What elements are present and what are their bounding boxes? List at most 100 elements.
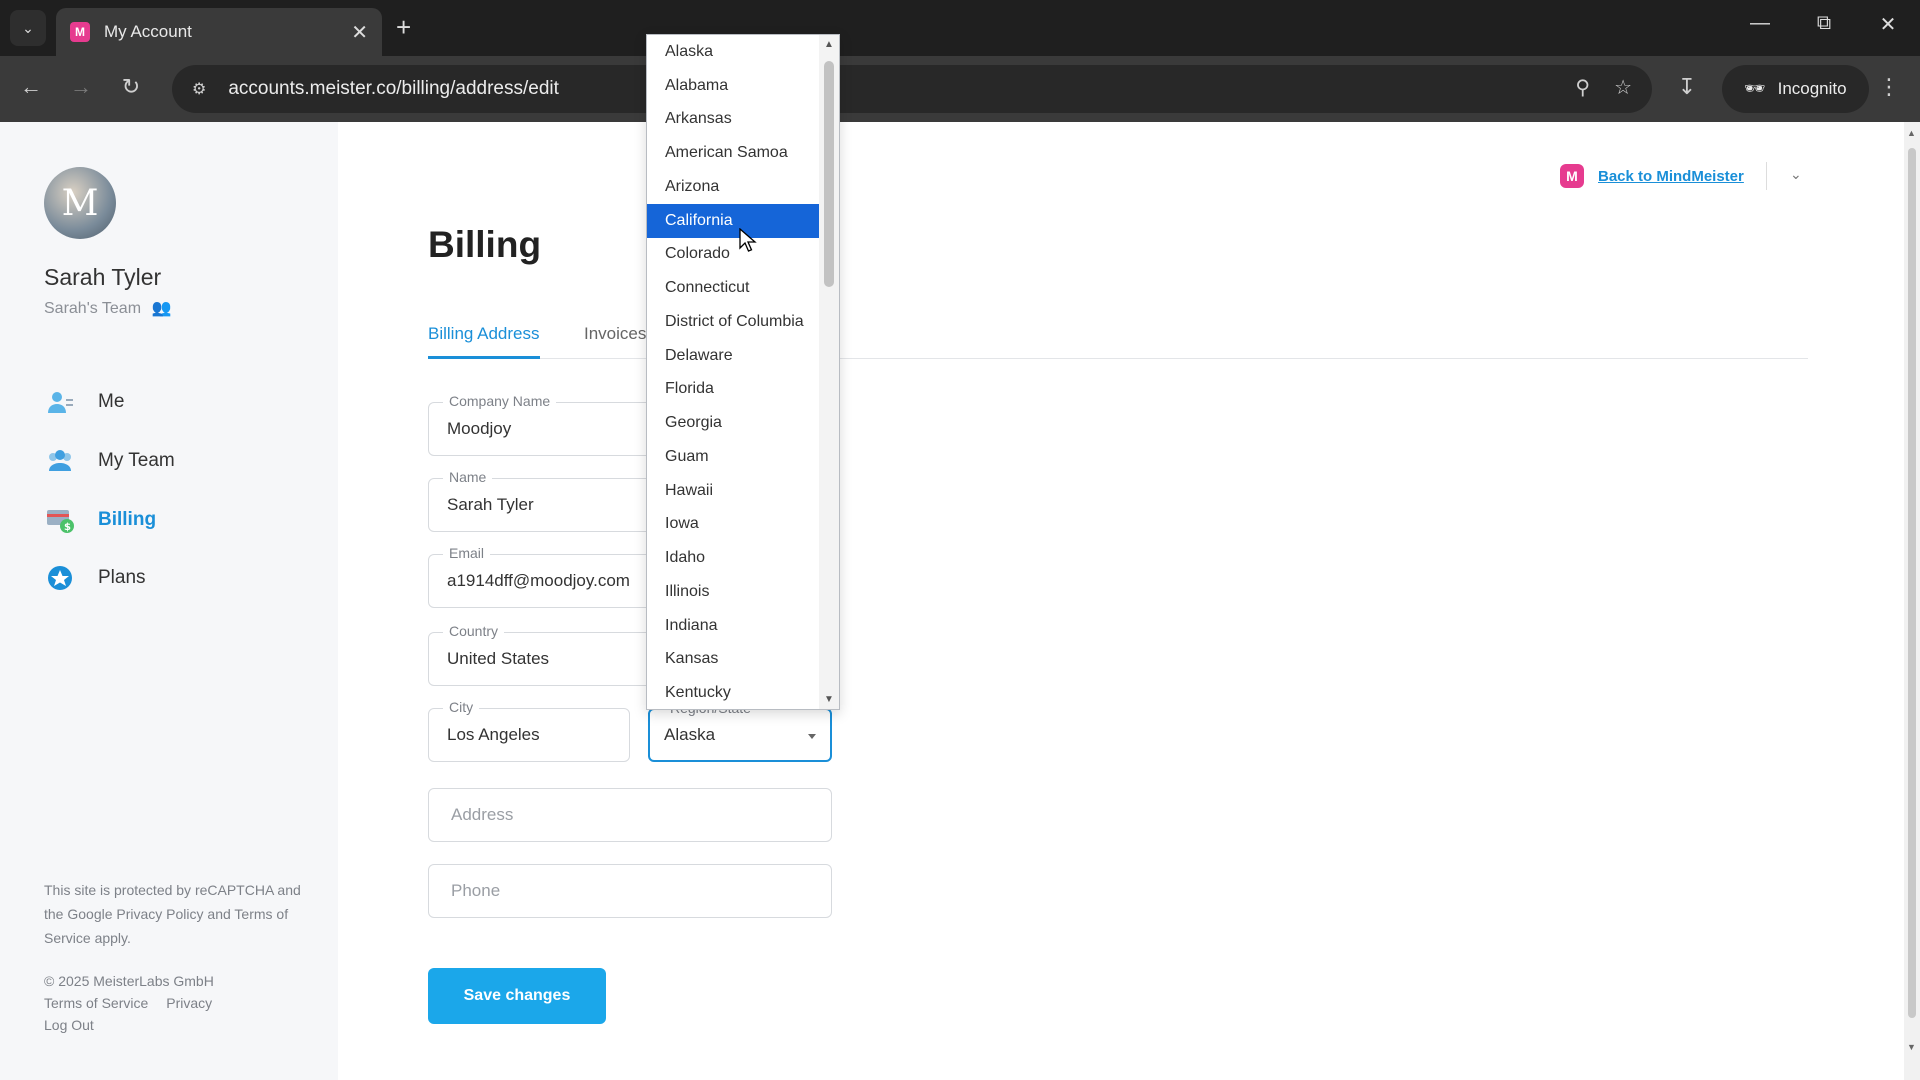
field-placeholder[interactable]: Address	[451, 789, 513, 841]
chevron-down-icon: ⌄	[22, 19, 34, 36]
terms-link[interactable]: Terms of Service	[44, 995, 148, 1011]
url-text[interactable]: accounts.meister.co/billing/address/edit	[228, 78, 559, 100]
region-option[interactable]: Florida	[647, 373, 819, 407]
region-state-select[interactable]: Region/State Alaska	[648, 700, 832, 762]
region-option[interactable]: Kansas	[647, 643, 819, 677]
region-option[interactable]: Guam	[647, 440, 819, 474]
page-content: M Sarah Tyler Sarah's Team 👥 Me My Team …	[0, 122, 1904, 1080]
field-value[interactable]: Moodjoy	[447, 403, 511, 455]
team-name: Sarah's Team 👥	[44, 298, 171, 318]
logout-link[interactable]: Log Out	[44, 1014, 230, 1036]
privacy-link[interactable]: Privacy	[166, 995, 212, 1011]
billing-icon: $	[44, 504, 76, 536]
region-option[interactable]: District of Columbia	[647, 305, 819, 339]
region-option[interactable]: Arizona	[647, 170, 819, 204]
dropdown-scrollbar[interactable]: ▲ ▼	[819, 35, 839, 709]
header-divider	[1766, 162, 1767, 190]
address-bar[interactable]: ⚙ accounts.meister.co/billing/address/ed…	[172, 65, 1652, 113]
tabs-divider	[428, 358, 1808, 359]
recaptcha-notice: This site is protected by reCAPTCHA and …	[44, 882, 301, 946]
incognito-badge[interactable]: 🕶 Incognito	[1722, 65, 1869, 113]
forward-arrow-icon[interactable]: →	[66, 74, 96, 100]
region-option[interactable]: Colorado	[647, 238, 819, 272]
city-field[interactable]: City Los Angeles	[428, 699, 630, 762]
field-placeholder[interactable]: Phone	[451, 865, 500, 917]
incognito-label: Incognito	[1777, 79, 1847, 98]
tab-title: My Account	[104, 22, 192, 41]
reload-icon[interactable]: ↻	[116, 74, 146, 100]
region-option[interactable]: Illinois	[647, 575, 819, 609]
region-options: Alaska Alabama Arkansas American Samoa Arizo…	[647, 35, 839, 709]
sidebar-item-me[interactable]: Me	[44, 386, 124, 418]
region-option[interactable]: Hawaii	[647, 474, 819, 508]
scroll-down-icon[interactable]: ▼	[824, 694, 834, 705]
user-name: Sarah Tyler	[44, 264, 162, 290]
new-tab-icon[interactable]: +	[396, 12, 411, 42]
mindmeister-logo-icon: M	[1560, 164, 1584, 188]
browser-menu-icon[interactable]: ⋮	[1878, 74, 1900, 100]
bookmark-star-icon[interactable]: ☆	[1614, 75, 1632, 100]
page-title: Billing	[428, 224, 542, 265]
field-value[interactable]: Sarah Tyler	[447, 479, 534, 531]
sidebar-item-plans[interactable]: Plans	[44, 562, 146, 594]
scroll-down-icon[interactable]: ▼	[1907, 1042, 1916, 1052]
sidebar-item-label: Plans	[98, 567, 146, 588]
page-scrollbar[interactable]: ▲ ▼	[1904, 122, 1920, 1080]
back-to-mindmeister-link[interactable]: M Back to MindMeister	[1560, 164, 1744, 188]
field-value[interactable]: United States	[447, 633, 549, 685]
sidebar-item-my-team[interactable]: My Team	[44, 445, 175, 477]
region-option[interactable]: Connecticut	[647, 271, 819, 305]
sidebar-item-label: My Team	[98, 450, 175, 471]
team-people-icon: 👥	[151, 300, 172, 317]
region-option[interactable]: Idaho	[647, 541, 819, 575]
minimize-icon[interactable]: —	[1740, 12, 1780, 35]
back-link-text[interactable]: Back to MindMeister	[1598, 168, 1744, 185]
browser-tab[interactable]: M My Account ✕	[56, 8, 382, 56]
region-option[interactable]: Arkansas	[647, 103, 819, 137]
save-changes-button[interactable]: Save changes	[428, 968, 606, 1024]
region-option[interactable]: Alabama	[647, 69, 819, 103]
scroll-up-icon[interactable]: ▲	[824, 39, 834, 50]
download-icon[interactable]: ↧	[1672, 74, 1702, 100]
page-scroll-thumb[interactable]	[1908, 148, 1916, 1018]
avatar[interactable]: M	[44, 167, 116, 239]
tab-search-button[interactable]: ⌄	[10, 10, 46, 46]
region-option[interactable]: American Samoa	[647, 136, 819, 170]
browser-toolbar: ← → ↻ ⚙ accounts.meister.co/billing/addr…	[0, 56, 1920, 122]
region-option[interactable]: Indiana	[647, 609, 819, 643]
incognito-icon: 🕶	[1744, 79, 1766, 98]
dropdown-scroll-thumb[interactable]	[824, 61, 834, 287]
region-option[interactable]: California	[647, 203, 819, 238]
region-option[interactable]: Kentucky	[647, 676, 819, 709]
phone-field[interactable]: Phone	[428, 864, 832, 918]
tab-invoices[interactable]: Invoices	[584, 324, 646, 344]
zoom-icon[interactable]: ⚲	[1575, 75, 1590, 100]
field-value[interactable]: Alaska	[664, 710, 715, 760]
restore-icon[interactable]: ⧉	[1804, 12, 1844, 35]
address-field[interactable]: Address	[428, 788, 832, 842]
footer-links: Terms of Service Privacy	[44, 992, 230, 1014]
tab-billing-address[interactable]: Billing Address	[428, 324, 540, 344]
team-name-text: Sarah's Team	[44, 300, 142, 317]
sidebar-footer: © 2025 MeisterLabs GmbH Terms of Service…	[44, 970, 230, 1036]
main-content: M Back to MindMeister ⌄ Billing Billing …	[338, 122, 1904, 1080]
sidebar-item-billing[interactable]: $ Billing	[44, 504, 156, 536]
back-arrow-icon[interactable]: ←	[16, 74, 46, 100]
svg-text:$: $	[64, 522, 71, 533]
field-value[interactable]: Los Angeles	[447, 709, 540, 761]
site-settings-icon[interactable]: ⚙	[192, 79, 206, 99]
active-tab-indicator	[428, 356, 540, 359]
region-option[interactable]: Georgia	[647, 406, 819, 440]
close-tab-icon[interactable]: ✕	[351, 20, 368, 45]
region-option[interactable]: Iowa	[647, 508, 819, 542]
region-option[interactable]: Delaware	[647, 339, 819, 373]
field-value[interactable]: a1914dff@moodjoy.com	[447, 555, 630, 607]
region-dropdown-list[interactable]: Alaska Alabama Arkansas American Samoa Arizo…	[646, 34, 840, 710]
account-menu-chevron-icon[interactable]: ⌄	[1790, 166, 1802, 183]
scroll-up-icon[interactable]: ▲	[1907, 128, 1916, 138]
close-window-icon[interactable]: ✕	[1868, 12, 1908, 37]
mindmeister-favicon-icon: M	[70, 22, 90, 42]
caret-down-icon	[808, 734, 816, 739]
mouse-cursor-icon	[739, 227, 757, 259]
region-option[interactable]: Alaska	[647, 35, 819, 69]
